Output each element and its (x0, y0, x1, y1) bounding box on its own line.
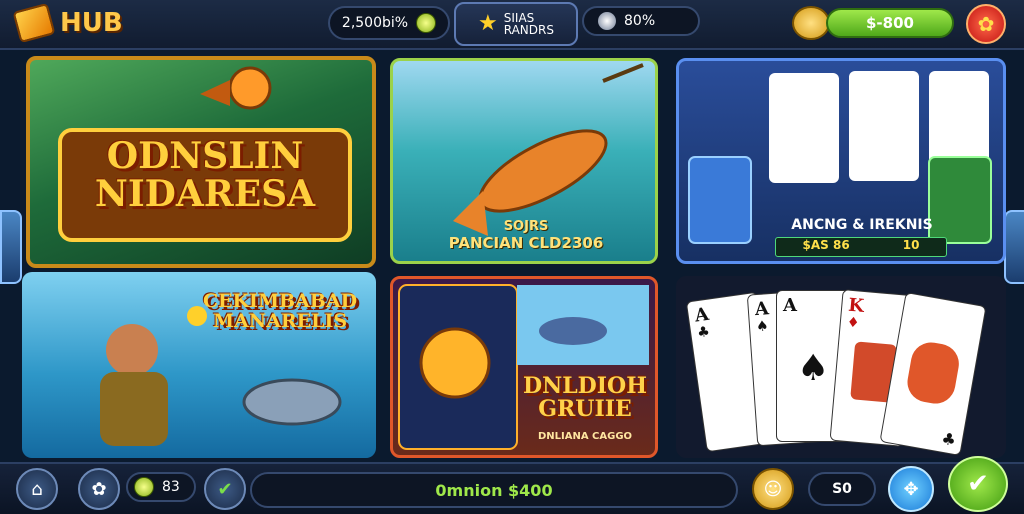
star-icon: ★ (478, 11, 498, 36)
gem-balance[interactable]: 80% (582, 6, 700, 36)
fish-creature-title-line-2: GRUIIE (538, 396, 632, 423)
puzzle-icon: ✥ (903, 478, 919, 500)
settings-button[interactable]: ✿ (966, 4, 1006, 44)
coin-balance-value: 2,500bi% (341, 15, 409, 31)
card-fish-stat-2: 10 (902, 238, 920, 252)
confirm-small-button[interactable]: ✔ (204, 468, 246, 510)
counter-pill[interactable]: 83 (126, 472, 196, 502)
fishing-lake-caption-line-2: PANCIAN CLD2306 (448, 234, 604, 252)
fisherman-title-line-2: MANARELIS (212, 309, 348, 332)
profile-button[interactable]: ✿ (78, 468, 120, 510)
game-tile-fish-creature[interactable]: DNLDIOH GRUIIE DNLIANA CAGGO (390, 276, 658, 458)
fisherman-title-line-1: CEKIMBABAD (202, 290, 358, 312)
card-fish-stats: $AS 86 10 (775, 237, 947, 257)
jungle-title: ODNSLIN NIDARESA (60, 135, 350, 215)
check-icon: ✔ (217, 478, 233, 500)
piggy-bank-icon[interactable] (792, 6, 830, 40)
jungle-title-line-2: NIDARESA (94, 172, 316, 215)
card-4-suit: ♦ (846, 314, 861, 332)
logo-text: HUB (60, 8, 123, 38)
emoji-button[interactable]: ☺ (752, 468, 794, 510)
game-tile-fisherman[interactable]: CEKIMBABAD MANARELIS (22, 272, 376, 458)
card-fish-stat-1: $AS 86 (802, 238, 850, 252)
scroll-left-button[interactable] (0, 210, 22, 284)
coin-balance[interactable]: 2,500bi% (328, 6, 450, 40)
fishing-lake-caption: SOJRS PANCIAN CLD2306 (403, 219, 649, 252)
jungle-title-line-1: ODNSLIN (106, 135, 304, 177)
badge-label: SIIAS RANDRS (504, 12, 554, 36)
hub-logo[interactable]: HUB (12, 2, 123, 44)
fish-creature-subtitle: DNLIANA CAGGO (537, 431, 633, 442)
card-5-suit: ♣ (940, 428, 958, 450)
wallet-value: $-800 (866, 14, 914, 32)
game-tile-fishing-lake[interactable]: SOJRS PANCIAN CLD2306 (390, 58, 658, 264)
card-2-rank: A (754, 298, 770, 321)
balance-value: 0mnion $400 (435, 480, 553, 500)
gem-balance-value: 80% (624, 13, 656, 29)
game-tile-cards[interactable]: A ♣ A ♠ A ♠ K ♦ ♣ (676, 276, 1006, 458)
game-tile-jungle[interactable]: ODNSLIN NIDARESA (26, 56, 376, 268)
star-rewards-button[interactable]: ★ SIIAS RANDRS (454, 2, 578, 46)
fish-creature-title-line-1: DNLDIOH (523, 373, 647, 399)
ticket-icon (12, 2, 56, 44)
gem-icon (598, 12, 616, 30)
scroll-right-button[interactable] (1004, 210, 1024, 284)
balance-bar: 0mnion $400 (250, 472, 738, 508)
counter-coin-icon (134, 477, 154, 497)
card-2-suit: ♠ (755, 318, 770, 336)
score-pill: S0 (808, 472, 876, 506)
wallet-bar[interactable]: $-800 (826, 8, 954, 38)
user-icon: ✿ (91, 478, 107, 500)
fisherman-title: CEKIMBABAD MANARELIS (190, 290, 370, 332)
check-large-icon: ✔ (967, 469, 989, 499)
score-value: S0 (832, 481, 852, 497)
gear-icon: ✿ (977, 12, 995, 36)
play-confirm-button[interactable]: ✔ (948, 456, 1008, 512)
card-4-rank: K (847, 294, 865, 317)
card-5-art (904, 339, 963, 407)
card-3-rank: A (783, 295, 797, 316)
card-1-suit: ♣ (696, 323, 711, 342)
counter-value: 83 (162, 479, 180, 495)
smiley-icon: ☺ (763, 478, 783, 500)
share-button[interactable]: ✥ (888, 466, 934, 512)
fish-creature-art (398, 284, 649, 450)
game-tile-card-fish[interactable]: ANCNG & IREKNIS $AS 86 10 (676, 58, 1006, 264)
card-fish-caption: ANCNG & IREKNIS (791, 217, 933, 233)
fishing-lake-caption-line-1: SOJRS (503, 219, 549, 234)
fish-creature-title: DNLDIOH GRUIIE (517, 373, 653, 423)
home-icon: ⌂ (31, 478, 43, 500)
home-button[interactable]: ⌂ (16, 468, 58, 510)
badge-line-2: RANDRS (503, 23, 554, 37)
coin-icon (416, 13, 437, 33)
card-3-suit: ♠ (797, 347, 830, 389)
